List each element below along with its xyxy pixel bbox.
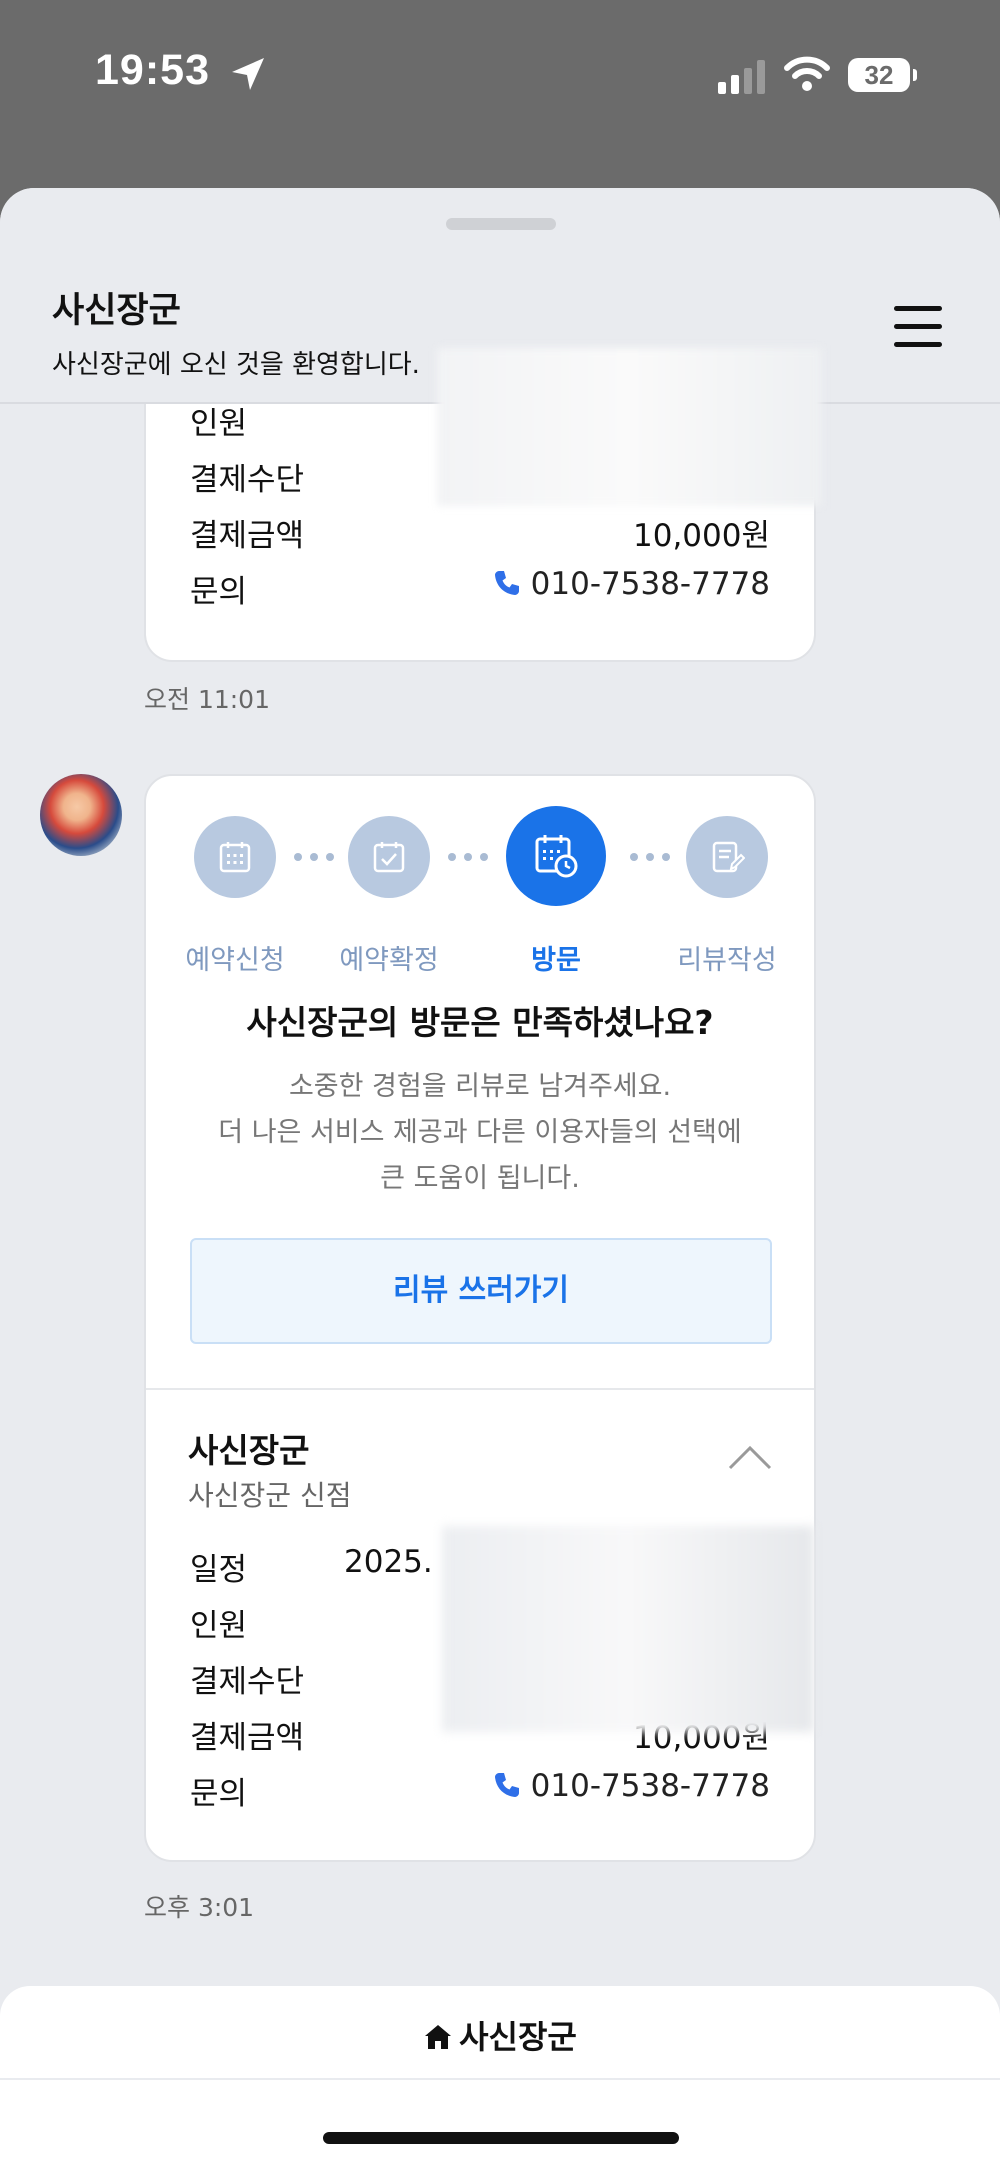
menu-icon[interactable] (894, 306, 942, 348)
review-desc-line: 더 나은 서비스 제공과 다른 이용자들의 선택에 (218, 1117, 742, 1148)
review-desc-line: 소중한 경험을 리뷰로 남겨주세요. (288, 1071, 672, 1102)
info-row: 결제금액 10,000원 (190, 510, 770, 560)
info-row: 문의 010-7538-7778 (190, 566, 770, 616)
calendar-check-icon (373, 842, 405, 873)
sheet-grab-handle[interactable] (446, 218, 556, 230)
shop-name: 사신장군 (188, 1431, 310, 1470)
review-question: 사신장군의 방문은 만족하셨나요? (246, 1003, 714, 1042)
edit-note-icon (712, 841, 745, 873)
calendar-clock-icon (535, 835, 578, 878)
phone-number: 010-7538-7778 (530, 1768, 770, 1804)
row-value: 10,000원 (633, 518, 770, 554)
message-time: 오전 11:01 (144, 685, 270, 714)
write-review-button[interactable]: 리뷰 쓰러가기 (190, 1238, 772, 1344)
row-label: 일정 (190, 1552, 248, 1588)
info-row: 문의 010-7538-7778 (190, 1768, 770, 1818)
home-label: 사신장군 (459, 2018, 577, 2056)
row-label: 인원 (190, 1608, 248, 1644)
shop-branch: 사신장군 신점 (188, 1479, 352, 1512)
step-label: 예약확정 (339, 945, 439, 976)
row-label: 결제금액 (190, 1720, 305, 1756)
phone-icon (494, 571, 519, 595)
home-icon (425, 2025, 452, 2049)
step-write-review (686, 816, 768, 898)
step-reservation-request (194, 816, 276, 898)
avatar[interactable] (40, 774, 122, 856)
step-label: 리뷰작성 (677, 945, 777, 976)
step-label: 예약신청 (185, 945, 285, 976)
phone-icon (494, 1773, 519, 1797)
battery-indicator: 32 (848, 58, 917, 92)
step-visit (506, 806, 606, 906)
row-label: 결제금액 (190, 518, 305, 554)
visit-review-card: 예약신청 예약확정 방문 리뷰작성 사신장군의 방문은 만족하셨나요? 소중한 … (144, 774, 816, 1862)
page-title: 사신장군 (52, 291, 181, 331)
phone-link[interactable]: 010-7538-7778 (493, 1768, 770, 1804)
row-label: 결제수단 (190, 1664, 305, 1700)
review-desc-line: 큰 도움이 됩니다. (380, 1163, 580, 1194)
bottom-sheet: 사신장군 사신장군에 오신 것을 환영합니다. 인원 결제수단 결제금액 10,… (0, 188, 1000, 2168)
row-label: 인원 (190, 406, 248, 442)
status-time: 19:53 (95, 46, 210, 94)
row-label: 문의 (190, 1776, 248, 1812)
home-indicator[interactable] (323, 2132, 679, 2144)
phone-number: 010-7538-7778 (530, 566, 770, 602)
redacted-area (442, 1526, 814, 1732)
message-time: 오후 3:01 (144, 1893, 255, 1922)
cellular-signal-icon (718, 60, 765, 94)
divider (0, 2078, 1000, 2080)
bottom-bar: 사신장군 (0, 1986, 1000, 2168)
row-value: 2025. (344, 1544, 433, 1580)
chevron-up-icon[interactable] (726, 1444, 774, 1472)
calendar-grid-icon (219, 842, 251, 873)
row-label: 결제수단 (190, 462, 305, 498)
wifi-icon (784, 56, 830, 91)
step-reservation-confirm (348, 816, 430, 898)
status-bar: 19:53 32 (0, 0, 1000, 150)
divider (146, 1388, 814, 1390)
redacted-area (437, 348, 822, 506)
location-arrow-icon (232, 58, 264, 90)
step-label-active: 방문 (531, 945, 581, 976)
row-label: 문의 (190, 574, 248, 610)
phone-link[interactable]: 010-7538-7778 (493, 566, 770, 602)
page-subtitle: 사신장군에 오신 것을 환영합니다. (52, 350, 420, 380)
home-link[interactable]: 사신장군 (0, 2012, 1000, 2058)
